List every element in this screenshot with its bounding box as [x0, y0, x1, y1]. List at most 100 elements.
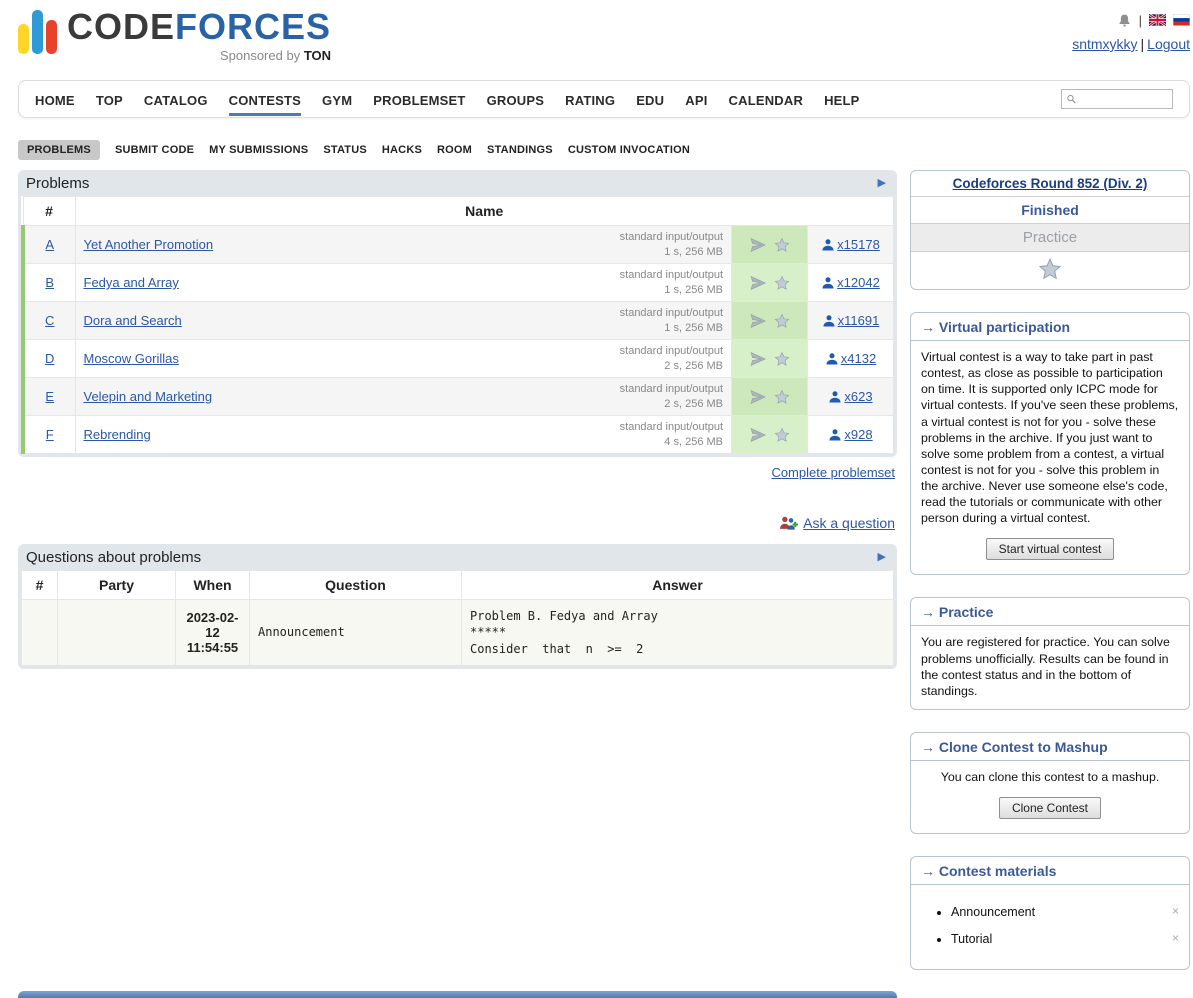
solvers-icon	[821, 238, 835, 252]
problems-table: Problems ▶ # Name A Yet Another Promotio…	[18, 170, 897, 457]
solvers-icon	[828, 428, 842, 442]
codeforces-logo[interactable]: CODEFORCES Sponsored by TON	[18, 8, 331, 72]
problem-name-link[interactable]: Dora and Search	[84, 313, 182, 328]
expand-arrow-icon[interactable]: ▶	[878, 550, 886, 563]
nav-item-edu[interactable]: EDU	[636, 82, 664, 116]
clone-contest-button[interactable]: Clone Contest	[999, 797, 1101, 819]
subnav-item-status[interactable]: STATUS	[323, 144, 367, 156]
problem-limits: standard input/output4 s, 256 MB	[620, 420, 723, 449]
paper-plane-icon[interactable]	[750, 351, 766, 367]
solved-count-link[interactable]: x11691	[822, 313, 880, 328]
sponsored-by: Sponsored by TON	[67, 48, 331, 63]
virtual-participation-box: → Virtual participation Virtual contest …	[910, 312, 1190, 575]
problem-name-link[interactable]: Fedya and Array	[84, 275, 179, 290]
star-icon[interactable]	[774, 275, 790, 291]
logo-bars-icon	[18, 8, 57, 54]
solved-count-link[interactable]: x15178	[821, 237, 880, 252]
nav-item-catalog[interactable]: CATALOG	[144, 82, 208, 116]
nav-item-problemset[interactable]: PROBLEMSET	[373, 82, 465, 116]
question-index	[22, 600, 58, 666]
expand-arrow-icon[interactable]: ▶	[878, 176, 886, 189]
paper-plane-icon[interactable]	[750, 313, 766, 329]
virtual-participation-caption: → Virtual participation	[911, 313, 1189, 341]
nav-item-rating[interactable]: RATING	[565, 82, 615, 116]
problem-name-link[interactable]: Rebrending	[84, 427, 151, 442]
star-icon[interactable]	[774, 351, 790, 367]
star-icon[interactable]	[774, 427, 790, 443]
ru-flag-icon[interactable]	[1173, 14, 1190, 26]
problem-letter-link[interactable]: F	[46, 427, 54, 442]
problem-limits: standard input/output2 s, 256 MB	[620, 344, 723, 373]
problem-name-link[interactable]: Moscow Gorillas	[84, 351, 179, 366]
problem-limits: standard input/output1 s, 256 MB	[620, 306, 723, 335]
ask-question-icon	[779, 514, 798, 532]
problem-letter-link[interactable]: B	[45, 275, 54, 290]
star-icon[interactable]	[774, 237, 790, 253]
contest-title-link[interactable]: Codeforces Round 852 (Div. 2)	[953, 176, 1148, 191]
solved-count-link[interactable]: x4132	[825, 351, 876, 366]
material-item: Tutorial ×	[951, 931, 1179, 947]
subnav-item-problems[interactable]: PROBLEMS	[18, 140, 100, 160]
problem-row: F Rebrending standard input/output4 s, 25…	[23, 416, 894, 454]
contest-info-box: Codeforces Round 852 (Div. 2) Finished P…	[910, 170, 1190, 290]
nav-item-home[interactable]: HOME	[35, 82, 75, 116]
paper-plane-icon[interactable]	[750, 427, 766, 443]
nav-item-help[interactable]: HELP	[824, 82, 859, 116]
problem-row: C Dora and Search standard input/output1 …	[23, 302, 894, 340]
problem-letter-link[interactable]: A	[45, 237, 54, 252]
subnav-item-room[interactable]: ROOM	[437, 144, 472, 156]
paper-plane-icon[interactable]	[750, 275, 766, 291]
footer-bar	[18, 991, 897, 998]
nav-item-calendar[interactable]: CALENDAR	[729, 82, 804, 116]
star-icon[interactable]	[774, 389, 790, 405]
solved-count-link[interactable]: x12042	[821, 275, 880, 290]
material-item: Announcement ×	[951, 904, 1179, 920]
nav-item-gym[interactable]: GYM	[322, 82, 352, 116]
practice-box: → Practice You are registered for practi…	[910, 597, 1190, 710]
subnav-item-submit-code[interactable]: SUBMIT CODE	[115, 144, 194, 156]
username-link[interactable]: sntmxykky	[1072, 36, 1137, 52]
problem-letter-link[interactable]: D	[45, 351, 54, 366]
problem-name-link[interactable]: Yet Another Promotion	[84, 237, 214, 252]
notification-bell-icon[interactable]	[1117, 13, 1132, 28]
close-icon[interactable]: ×	[1172, 931, 1179, 947]
uk-flag-icon[interactable]	[1149, 14, 1166, 26]
col-header-when: When	[176, 571, 250, 600]
problem-letter-link[interactable]: C	[45, 313, 54, 328]
nav-item-top[interactable]: TOP	[96, 82, 123, 116]
nav-item-api[interactable]: API	[685, 82, 707, 116]
logo-forces: FORCES	[175, 6, 331, 47]
nav-item-contests[interactable]: CONTESTS	[229, 82, 301, 116]
subnav-item-standings[interactable]: STANDINGS	[487, 144, 553, 156]
close-icon[interactable]: ×	[1172, 904, 1179, 920]
problem-letter-link[interactable]: E	[45, 389, 54, 404]
clone-contest-box: → Clone Contest to Mashup You can clone …	[910, 732, 1190, 834]
nav-item-groups[interactable]: GROUPS	[487, 82, 545, 116]
star-icon[interactable]	[774, 313, 790, 329]
header-separator: |	[1139, 13, 1142, 28]
search-input[interactable]	[1077, 91, 1168, 107]
complete-problemset-link[interactable]: Complete problemset	[771, 465, 895, 480]
start-virtual-contest-button[interactable]: Start virtual contest	[986, 538, 1115, 560]
problem-limits: standard input/output2 s, 256 MB	[620, 382, 723, 411]
subnav-item-my-submissions[interactable]: MY SUBMISSIONS	[209, 144, 308, 156]
questions-caption: Questions about problems ▶	[21, 544, 894, 570]
paper-plane-icon[interactable]	[750, 237, 766, 253]
material-announcement-link[interactable]: Announcement	[951, 905, 1035, 919]
ask-question-link[interactable]: Ask a question	[803, 515, 895, 531]
problem-name-link[interactable]: Velepin and Marketing	[84, 389, 213, 404]
problem-limits: standard input/output1 s, 256 MB	[620, 268, 723, 297]
subnav-item-hacks[interactable]: HACKS	[382, 144, 422, 156]
search-box	[1061, 89, 1173, 109]
solved-count-link[interactable]: x623	[828, 389, 872, 404]
subnav-item-custom-invocation[interactable]: CUSTOM INVOCATION	[568, 144, 690, 156]
paper-plane-icon[interactable]	[750, 389, 766, 405]
page: CODEFORCES Sponsored by TON | sntmxykky|…	[0, 0, 1193, 998]
logout-link[interactable]: Logout	[1147, 36, 1190, 52]
material-tutorial-link[interactable]: Tutorial	[951, 932, 992, 946]
favorite-star-icon[interactable]	[1037, 257, 1063, 281]
solved-count-link[interactable]: x928	[828, 427, 872, 442]
questions-header-row: # Party When Question Answer	[22, 571, 894, 600]
question-text: Announcement	[250, 600, 462, 666]
problem-row: B Fedya and Array standard input/output1 …	[23, 264, 894, 302]
